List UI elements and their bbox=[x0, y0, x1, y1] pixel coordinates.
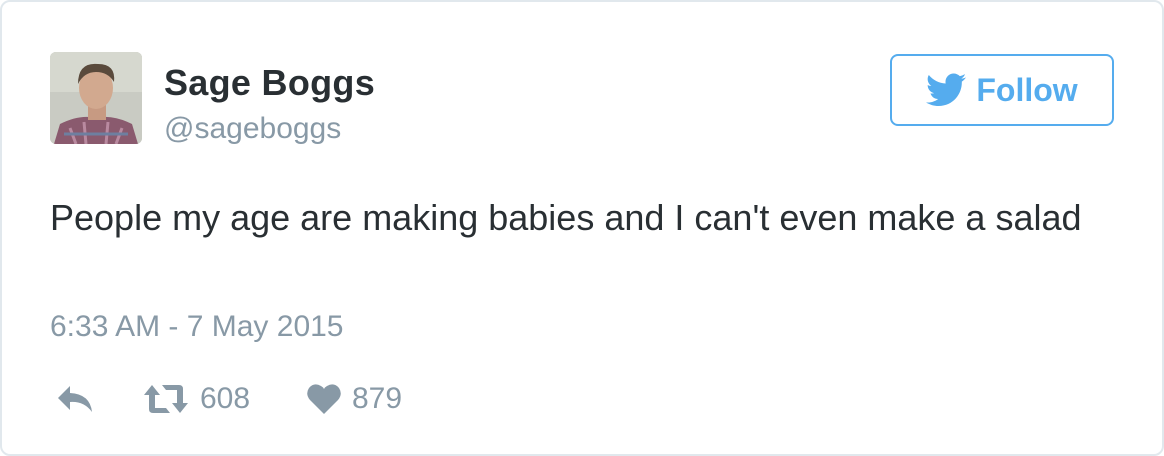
retweet-count: 608 bbox=[200, 382, 251, 415]
follow-label: Follow bbox=[976, 71, 1078, 108]
like-button[interactable]: 879 bbox=[306, 374, 402, 424]
follow-button[interactable]: Follow bbox=[890, 54, 1114, 126]
tweet-text: People my age are making babies and I ca… bbox=[50, 197, 1082, 238]
retweet-button[interactable]: 608 bbox=[142, 374, 250, 424]
twitter-bird-icon bbox=[926, 73, 967, 106]
heart-icon bbox=[307, 384, 341, 414]
avatar-image bbox=[50, 52, 142, 144]
tweet-card: Sage Boggs @sageboggs Follow People my a… bbox=[0, 0, 1164, 456]
retweet-icon bbox=[144, 385, 188, 413]
tweet-actions: 608 879 bbox=[50, 374, 550, 424]
author-name[interactable]: Sage Boggs bbox=[164, 62, 375, 104]
author-handle[interactable]: @sageboggs bbox=[164, 112, 341, 146]
tweet-timestamp[interactable]: 6:33 AM - 7 May 2015 bbox=[50, 310, 344, 344]
reply-button[interactable] bbox=[56, 374, 94, 424]
avatar[interactable] bbox=[50, 52, 142, 144]
reply-icon bbox=[58, 386, 92, 412]
like-count: 879 bbox=[352, 382, 403, 415]
